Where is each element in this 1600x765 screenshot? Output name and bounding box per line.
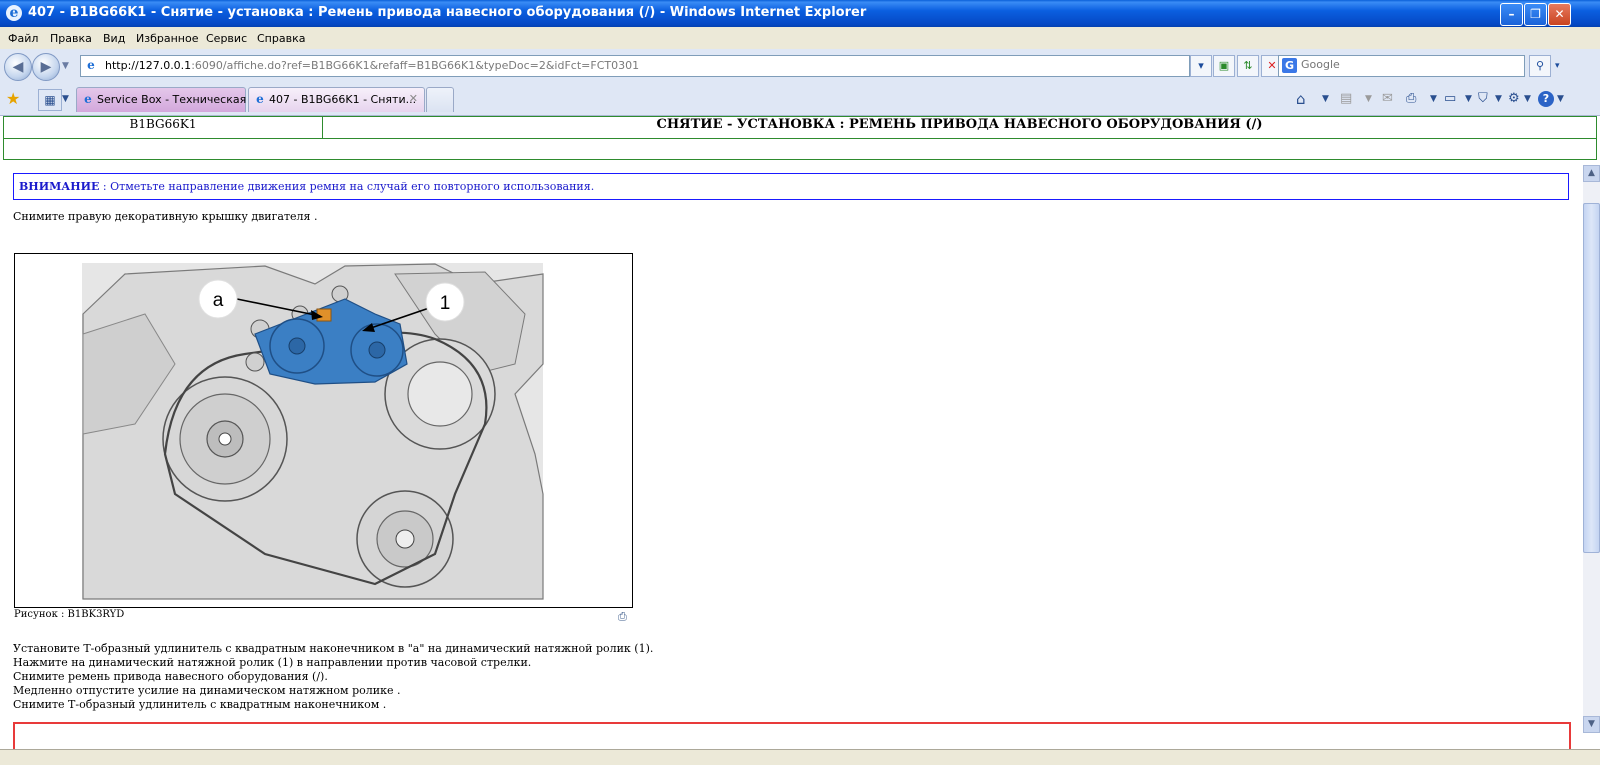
refresh-icon[interactable]: ⇅ <box>1237 55 1259 77</box>
menu-tools[interactable]: Сервис <box>206 32 247 45</box>
ie-page-icon: e <box>256 92 264 106</box>
ie-page-icon: e <box>84 92 92 106</box>
doc-code: B1BG66K1 <box>4 117 323 138</box>
page-menu-icon[interactable]: ▭ <box>1444 89 1456 109</box>
tab-list-icon[interactable]: ▼ <box>62 89 69 109</box>
home-icon[interactable]: ⌂ <box>1296 89 1306 109</box>
search-box[interactable]: G <box>1278 55 1525 77</box>
home-dropdown-icon[interactable]: ▼ <box>1322 89 1329 109</box>
header-band <box>3 138 1597 160</box>
minimize-button[interactable]: – <box>1500 3 1523 26</box>
warning-text: : Отметьте направление движения ремня на… <box>99 180 595 193</box>
window-title: 407 - B1BG66K1 - Снятие - установка : Ре… <box>28 5 867 20</box>
history-dropdown-icon[interactable]: ▼ <box>62 61 69 71</box>
mail-icon[interactable]: ✉ <box>1382 89 1393 109</box>
step-line-4: Медленно отпустите усилие на динамическо… <box>13 684 401 697</box>
google-icon: G <box>1282 58 1297 73</box>
window-titlebar: e 407 - B1BG66K1 - Снятие - установка : … <box>0 0 1600 27</box>
rss-icon[interactable]: ▤ <box>1340 89 1352 109</box>
restore-button[interactable]: ❐ <box>1524 3 1547 26</box>
shield-icon[interactable]: ⛉ <box>1478 89 1488 109</box>
scroll-up-icon[interactable]: ▲ <box>1583 165 1600 182</box>
help-icon[interactable]: ? <box>1538 91 1554 107</box>
menu-edit[interactable]: Правка <box>50 32 92 45</box>
menu-help[interactable]: Справка <box>257 32 305 45</box>
engine-illustration: a 1 <box>82 263 544 600</box>
step-line-1: Установите Т-образный удлинитель с квадр… <box>13 642 654 655</box>
ie-logo-icon: e <box>6 5 22 21</box>
scroll-thumb[interactable] <box>1583 203 1600 553</box>
menu-view[interactable]: Вид <box>103 32 125 45</box>
close-tab-icon[interactable]: ✕ <box>409 92 418 105</box>
vertical-scrollbar[interactable]: ▲ ▼ <box>1583 165 1600 733</box>
status-bar <box>0 749 1600 765</box>
step-remove-cover: Снимите правую декоративную крышку двига… <box>13 210 318 223</box>
tools-dropdown-icon[interactable]: ▼ <box>1524 89 1531 109</box>
warning-box: ВНИМАНИЕ : Отметьте направление движения… <box>13 173 1569 200</box>
quick-tabs-icon[interactable]: ▦ <box>38 89 62 111</box>
help-dropdown-icon[interactable]: ▼ <box>1557 89 1564 109</box>
tab-current-page[interactable]: e 407 - B1BG66K1 - Сняти... ✕ <box>248 87 425 112</box>
callout-1-label: 1 <box>440 293 451 314</box>
close-window-button[interactable]: ✕ <box>1548 3 1571 26</box>
address-dropdown-icon[interactable]: ▾ <box>1190 55 1212 77</box>
next-warning-box <box>13 722 1571 749</box>
new-tab-button[interactable] <box>426 87 454 112</box>
menu-favorites[interactable]: Избранное <box>136 32 198 45</box>
callout-a-label: a <box>213 290 224 311</box>
back-arrow-icon[interactable]: ◀ <box>4 53 32 81</box>
idler-bolt-2 <box>245 352 265 372</box>
favorites-star-icon[interactable]: ★ <box>6 89 20 109</box>
address-toolbar: ◀ ▶ ▼ e http://127.0.0.1:6090/affiche.do… <box>0 49 1600 83</box>
search-options-icon[interactable]: ▾ <box>1555 61 1560 71</box>
doc-header-table: B1BG66K1 СНЯТИЕ - УСТАНОВКА : РЕМЕНЬ ПРИ… <box>3 116 1597 139</box>
step-line-2: Нажмите на динамический натяжной ролик (… <box>13 656 532 669</box>
tab-service-box[interactable]: e Service Box - Техническая ... <box>76 87 260 112</box>
safety-dropdown-icon[interactable]: ▼ <box>1495 89 1502 109</box>
page-dropdown-icon[interactable]: ▼ <box>1465 89 1472 109</box>
tab-label: 407 - B1BG66K1 - Сняти... <box>269 93 417 106</box>
tensioner-roller-center <box>368 341 386 359</box>
rss-dropdown-icon[interactable]: ▼ <box>1365 89 1372 109</box>
compressor-hub <box>395 529 415 549</box>
alternator-inner <box>407 361 473 427</box>
search-icon[interactable]: ⚲ <box>1529 55 1551 77</box>
tab-label: Service Box - Техническая ... <box>97 93 261 106</box>
figure-caption: Рисунок : B1BK3RYD <box>14 609 125 620</box>
step-line-5: Снимите Т-образный удлинитель с квадратн… <box>13 698 387 711</box>
print-dropdown-icon[interactable]: ▼ <box>1430 89 1437 109</box>
gear-icon[interactable]: ⚙ <box>1508 89 1520 109</box>
page-icon: e <box>87 58 95 72</box>
forward-arrow-icon[interactable]: ▶ <box>32 53 60 81</box>
crank-bolt <box>218 432 232 446</box>
page-content: B1BG66K1 СНЯТИЕ - УСТАНОВКА : РЕМЕНЬ ПРИ… <box>0 116 1600 749</box>
warning-label: ВНИМАНИЕ <box>19 180 100 193</box>
menu-bar: Файл Правка Вид Избранное Сервис Справка <box>0 27 1600 49</box>
print-figure-icon[interactable]: ⎙ <box>618 610 630 623</box>
figure-frame: a 1 <box>14 253 633 608</box>
address-bar[interactable]: e http://127.0.0.1:6090/affiche.do?ref=B… <box>80 55 1190 77</box>
step-line-3: Снимите ремень привода навесного оборудо… <box>13 670 328 683</box>
tab-bar: ★ ▦ ▼ e Service Box - Техническая ... e … <box>0 83 1600 116</box>
page-title: СНЯТИЕ - УСТАНОВКА : РЕМЕНЬ ПРИВОДА НАВЕ… <box>656 117 1263 132</box>
menu-file[interactable]: Файл <box>8 32 38 45</box>
search-input[interactable] <box>1301 58 1516 71</box>
compatibility-icon[interactable]: ▣ <box>1213 55 1235 77</box>
url-path: :6090/affiche.do?ref=B1BG66K1&refaff=B1B… <box>191 59 640 72</box>
url-host: http://127.0.0.1 <box>105 59 192 72</box>
tensioner-center <box>288 337 306 355</box>
printer-icon[interactable]: ⎙ <box>1406 89 1416 109</box>
scroll-down-icon[interactable]: ▼ <box>1583 716 1600 733</box>
